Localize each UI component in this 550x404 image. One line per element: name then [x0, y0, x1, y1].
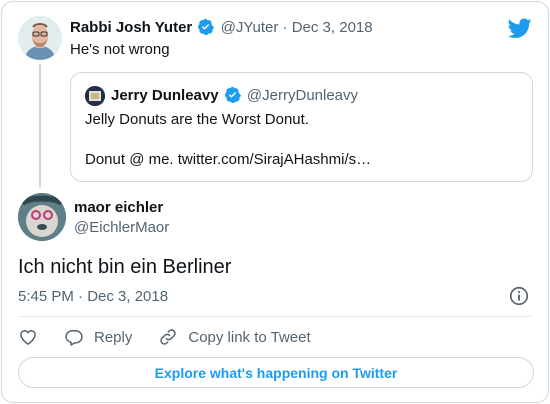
verified-badge-icon — [198, 18, 215, 35]
quoted-tweet-card[interactable]: Jerry Dunleavy @JerryDunleavy Jelly Donu… — [70, 72, 533, 182]
parent-author-name[interactable]: Rabbi Josh Yuter — [70, 19, 192, 36]
avatar-maor-eichler[interactable] — [18, 193, 66, 241]
avatar-rabbi-josh-yuter[interactable] — [18, 16, 62, 60]
avatar-jerry-dunleavy — [85, 86, 105, 106]
main-author-handle[interactable]: @EichlerMaor — [74, 218, 169, 238]
parent-author-handle[interactable]: @JYuter — [221, 19, 279, 36]
link-icon — [160, 329, 177, 345]
reply-label: Reply — [94, 328, 133, 346]
like-button[interactable] — [18, 327, 38, 347]
explore-twitter-button[interactable]: Explore what's happening on Twitter — [18, 357, 534, 388]
quoted-tweet-text-line2: Donut @ me. twitter.com/SirajAHashmi/s… — [85, 151, 372, 168]
verified-badge-icon — [224, 86, 241, 103]
tweet-actions: Reply Copy link to Tweet — [18, 324, 337, 350]
tweet-timestamp[interactable]: 5:45 PM · Dec 3, 2018 — [18, 287, 168, 307]
copy-link-label: Copy link to Tweet — [188, 328, 311, 346]
twitter-bird-icon[interactable] — [508, 16, 532, 40]
quoted-tweet-header: Jerry Dunleavy @JerryDunleavy — [111, 86, 358, 106]
parent-tweet-date[interactable]: Dec 3, 2018 — [292, 19, 373, 36]
copy-link-button[interactable]: Copy link to Tweet — [158, 327, 311, 347]
reply-icon — [65, 330, 83, 346]
quoted-author-handle: @JerryDunleavy — [246, 87, 359, 104]
quoted-tweet-text-line1: Jelly Donuts are the Worst Donut. — [85, 111, 309, 128]
heart-icon — [20, 330, 36, 345]
parent-tweet-header: Rabbi Josh Yuter @JYuter · Dec 3, 2018 — [70, 18, 373, 38]
parent-tweet-text: He's not wrong — [70, 41, 170, 58]
divider — [18, 316, 532, 317]
main-author-name[interactable]: maor eichler — [74, 198, 163, 218]
quoted-author-name: Jerry Dunleavy — [111, 87, 219, 104]
thread-connector-line — [39, 64, 41, 188]
separator-dot: · — [282, 19, 288, 36]
embedded-tweet-card: Rabbi Josh Yuter @JYuter · Dec 3, 2018 H… — [1, 1, 549, 403]
info-icon[interactable] — [508, 285, 530, 307]
main-tweet-text: Ich nicht bin ein Berliner — [18, 256, 232, 278]
reply-button[interactable]: Reply — [64, 327, 132, 347]
